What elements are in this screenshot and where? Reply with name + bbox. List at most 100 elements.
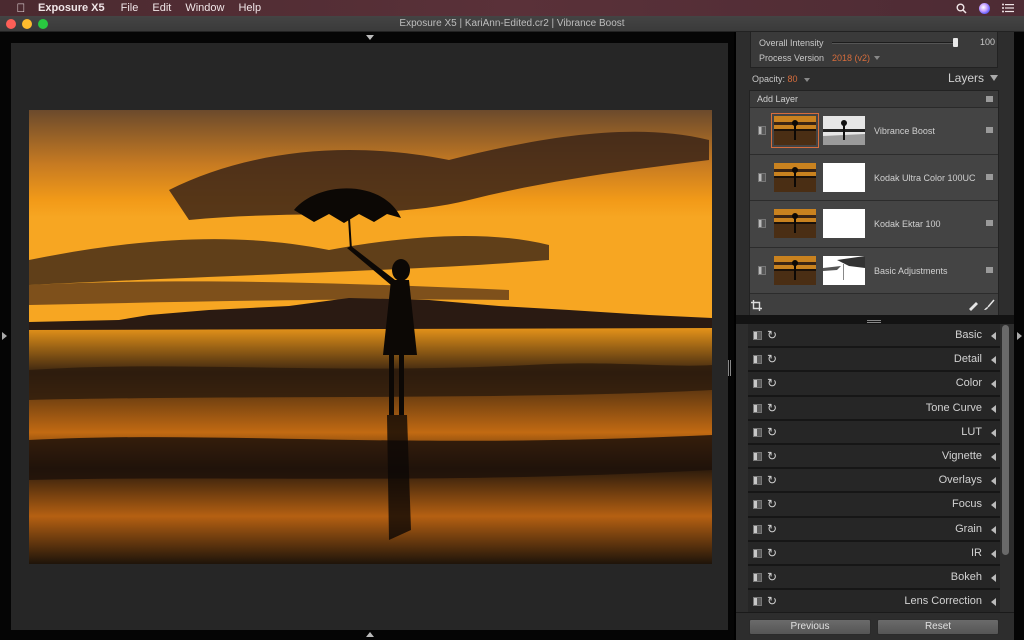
adjustment-section-header[interactable]: ↻ Tone Curve — [748, 396, 1000, 421]
layer-menu-icon[interactable] — [986, 266, 993, 273]
section-visibility-toggle-icon[interactable] — [753, 451, 762, 461]
expand-arrow-icon[interactable] — [991, 573, 996, 582]
layers-dropdown[interactable]: Layers — [948, 71, 998, 85]
section-reset-icon[interactable]: ↻ — [767, 523, 779, 535]
expand-arrow-icon[interactable] — [991, 477, 996, 486]
add-layer-button[interactable]: Add Layer — [750, 91, 998, 108]
layers-menu-icon[interactable] — [986, 96, 993, 102]
opacity-dropdown[interactable]: 80 — [788, 74, 798, 84]
section-reset-icon[interactable]: ↻ — [767, 474, 779, 486]
brush-icon[interactable] — [983, 299, 995, 311]
notification-center-icon[interactable] — [1002, 3, 1014, 13]
layer-preview-thumbnail[interactable] — [771, 113, 819, 148]
minimize-window-button[interactable] — [22, 19, 32, 29]
adjustment-section-header[interactable]: ↻ Color — [748, 372, 1000, 397]
section-visibility-toggle-icon[interactable] — [753, 524, 762, 534]
expand-arrow-icon[interactable] — [991, 428, 996, 437]
previous-button[interactable]: Previous — [749, 619, 871, 635]
expand-arrow-icon[interactable] — [991, 332, 996, 340]
expand-arrow-icon[interactable] — [991, 380, 996, 389]
section-reset-icon[interactable]: ↻ — [767, 450, 779, 462]
section-visibility-toggle-icon[interactable] — [753, 355, 762, 365]
menu-app-name[interactable]: Exposure X5 — [38, 2, 105, 14]
expand-arrow-icon[interactable] — [991, 598, 996, 607]
menu-help[interactable]: Help — [238, 2, 261, 14]
layer-visibility-toggle[interactable] — [758, 265, 766, 275]
section-reset-icon[interactable]: ↻ — [767, 377, 779, 389]
siri-icon[interactable] — [979, 2, 990, 14]
section-visibility-toggle-icon[interactable] — [753, 379, 762, 389]
expand-arrow-icon[interactable] — [991, 452, 996, 461]
expand-arrow-icon[interactable] — [991, 356, 996, 365]
layer-menu-icon[interactable] — [986, 173, 993, 180]
section-visibility-toggle-icon[interactable] — [753, 597, 762, 607]
collapse-bottom-panel-toggle[interactable] — [366, 632, 374, 637]
crop-icon[interactable] — [751, 300, 762, 311]
section-reset-icon[interactable]: ↻ — [767, 402, 779, 414]
apple-icon[interactable]:  — [14, 1, 28, 15]
adjustment-section-header[interactable]: ↻ Grain — [748, 517, 1000, 542]
layer-mask-thumbnail[interactable] — [823, 162, 865, 192]
menu-file[interactable]: File — [121, 2, 139, 14]
adjustment-section-header[interactable]: ↻ Focus — [748, 493, 1000, 518]
zoom-window-button[interactable] — [38, 19, 48, 29]
sections-scrollbar[interactable] — [1002, 325, 1009, 555]
reset-button[interactable]: Reset — [877, 619, 999, 635]
overall-intensity-slider[interactable] — [832, 38, 958, 47]
adjustment-section-header[interactable]: ↻ Vignette — [748, 444, 1000, 470]
section-visibility-toggle-icon[interactable] — [753, 500, 762, 510]
overall-intensity-slider-thumb[interactable] — [953, 38, 958, 47]
expand-arrow-icon[interactable] — [991, 404, 996, 413]
layer-row[interactable]: Basic Adjustments — [750, 247, 998, 294]
panel-resize-grip[interactable] — [867, 320, 881, 323]
expand-arrow-icon[interactable] — [991, 525, 996, 534]
layer-row[interactable]: Kodak Ektar 100 — [750, 201, 998, 248]
layer-mask-thumbnail[interactable] — [823, 209, 865, 238]
layer-row[interactable]: Kodak Ultra Color 100UC — [750, 154, 998, 201]
layer-mask-thumbnail[interactable] — [823, 255, 865, 285]
section-reset-icon[interactable]: ↻ — [767, 329, 779, 341]
spotlight-search-icon[interactable] — [956, 3, 967, 14]
section-visibility-toggle-icon[interactable] — [753, 476, 762, 486]
layer-preview-thumbnail[interactable] — [774, 162, 816, 192]
adjustment-section-header[interactable]: ↻ IR — [748, 541, 1000, 566]
section-reset-icon[interactable]: ↻ — [767, 595, 779, 607]
expand-arrow-icon[interactable] — [991, 501, 996, 510]
section-reset-icon[interactable]: ↻ — [767, 426, 779, 438]
chevron-down-icon[interactable] — [804, 77, 811, 82]
layer-visibility-toggle[interactable] — [758, 219, 766, 228]
section-visibility-toggle-icon[interactable] — [753, 548, 762, 558]
expand-arrow-icon[interactable] — [991, 549, 996, 558]
adjustment-section-header[interactable]: ↻ Overlays — [748, 469, 1000, 494]
photo-preview[interactable] — [29, 110, 712, 564]
collapse-right-panel-toggle[interactable] — [1017, 332, 1022, 340]
close-window-button[interactable] — [6, 19, 16, 29]
expand-left-panel-toggle[interactable] — [2, 332, 7, 340]
layer-preview-thumbnail[interactable] — [774, 255, 816, 285]
collapse-top-panel-toggle[interactable] — [366, 35, 374, 40]
section-visibility-toggle-icon[interactable] — [753, 403, 762, 413]
adjustment-section-header[interactable]: ↻ Bokeh — [748, 565, 1000, 591]
adjustment-section-header[interactable]: ↻ LUT — [748, 420, 1000, 445]
panel-resize-handle[interactable] — [728, 360, 731, 376]
layer-visibility-toggle[interactable] — [758, 172, 766, 182]
menu-window[interactable]: Window — [185, 2, 224, 14]
adjustment-section-header[interactable]: ↻ Basic — [748, 324, 1000, 349]
eraser-icon[interactable] — [967, 299, 979, 311]
layer-visibility-toggle[interactable] — [758, 126, 766, 135]
section-reset-icon[interactable]: ↻ — [767, 547, 779, 559]
section-reset-icon[interactable]: ↻ — [767, 498, 779, 510]
chevron-down-icon[interactable] — [874, 56, 881, 60]
section-visibility-toggle-icon[interactable] — [753, 572, 762, 582]
layer-mask-thumbnail[interactable] — [823, 116, 865, 145]
section-visibility-toggle-icon[interactable] — [753, 331, 762, 340]
section-reset-icon[interactable]: ↻ — [767, 571, 779, 583]
layer-menu-icon[interactable] — [986, 127, 993, 133]
layer-menu-icon[interactable] — [986, 220, 993, 226]
section-visibility-toggle-icon[interactable] — [753, 427, 762, 437]
menu-edit[interactable]: Edit — [152, 2, 171, 14]
adjustment-section-header[interactable]: ↻ Lens Correction — [748, 590, 1000, 614]
process-version-dropdown[interactable]: 2018 (v2) — [832, 53, 870, 63]
layer-preview-thumbnail[interactable] — [774, 209, 816, 238]
adjustment-section-header[interactable]: ↻ Detail — [748, 348, 1000, 373]
